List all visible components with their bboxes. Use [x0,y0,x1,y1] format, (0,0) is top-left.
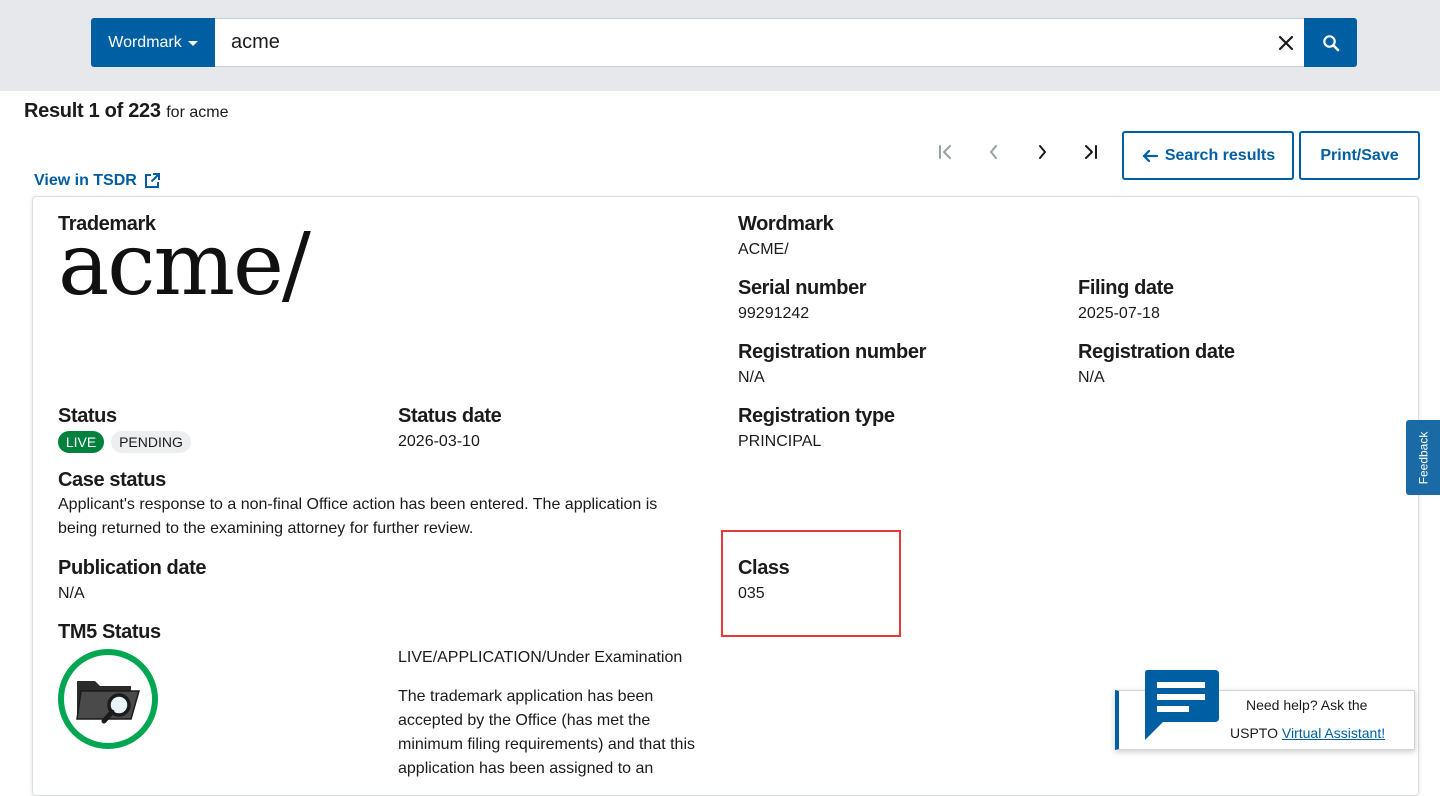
trademark-mark-image: acme/ [58,215,311,315]
last-page-icon [1085,145,1097,159]
registration-type-value: PRINCIPAL [738,433,822,450]
tm5-status-value: LIVE/APPLICATION/Under Examination [398,649,683,666]
tm5-description-line-4: application has been assigned to an [398,760,654,777]
search-results-button[interactable]: Search results [1122,131,1294,180]
tm5-description-line-3: minimum filing requirements) and that th… [398,736,696,753]
publication-date-value: N/A [58,585,85,602]
wordmark-value: ACME/ [738,241,789,258]
status-badge-live: LIVE [58,431,104,453]
result-count: Result 1 of 223 [24,100,161,122]
chat-icon[interactable] [1143,666,1219,742]
feedback-tab[interactable]: Feedback [1406,420,1440,495]
tsdr-link-label: View in TSDR [34,172,137,189]
assistant-prompt: Need help? Ask the [1246,697,1368,713]
class-value: 035 [738,585,765,602]
feedback-label: Feedback [1416,431,1431,484]
folder-search-icon [76,681,140,724]
search-input[interactable] [215,18,1268,67]
search-field-label: Wordmark [108,33,182,51]
next-result-button[interactable] [1028,138,1056,166]
arrow-left-icon [1142,149,1158,162]
filing-date-label: Filing date [1078,277,1174,299]
assistant-line-2: USPTO Virtual Assistant! [1230,725,1385,741]
registration-number-label: Registration number [738,341,926,363]
registration-type-label: Registration type [738,405,895,427]
tm5-status-label: TM5 Status [58,621,161,643]
publication-date-label: Publication date [58,557,207,579]
last-result-button[interactable] [1076,138,1104,166]
chevron-left-icon [990,145,997,159]
class-highlight-box [721,530,901,637]
status-date-label: Status date [398,405,502,427]
search-icon [1322,34,1339,51]
external-link-icon [144,173,160,188]
registration-date-value: N/A [1078,369,1105,386]
registration-number-value: N/A [738,369,765,386]
search-results-label: Search results [1164,146,1276,164]
tm5-description-line-1: The trademark application has been [398,688,654,705]
case-status-line-2: being returned to the examining attorney… [58,520,474,537]
class-label: Class [738,557,790,579]
first-page-icon [939,145,951,159]
search-field-dropdown[interactable]: Wordmark [91,18,215,67]
result-query: for acme [166,104,229,121]
previous-result-button[interactable] [980,138,1008,166]
search-bar-region: Wordmark [0,0,1440,91]
virtual-assistant-link[interactable]: Virtual Assistant! [1282,725,1385,741]
print-save-label: Print/Save [1320,146,1399,164]
assistant-prefix: USPTO [1230,725,1278,741]
status-date-value: 2026-03-10 [398,433,480,450]
case-status-line-1: Applicant's response to a non-final Offi… [58,496,658,513]
status-badge-pending: PENDING [111,431,191,453]
print-save-button[interactable]: Print/Save [1299,131,1420,180]
wordmark-label: Wordmark [738,213,834,235]
serial-number-label: Serial number [738,277,867,299]
search-box: Wordmark [91,18,1357,67]
case-status-label: Case status [58,469,166,491]
view-in-tsdr-link[interactable]: View in TSDR [34,172,161,190]
caret-down-icon [187,41,198,46]
first-result-button[interactable] [932,138,960,166]
search-button[interactable] [1304,18,1357,67]
close-icon [1278,35,1294,50]
registration-date-label: Registration date [1078,341,1235,363]
clear-search-button[interactable] [1268,18,1304,67]
tm5-status-badge [58,649,158,749]
status-label: Status [58,405,117,427]
tm5-description-line-2: accepted by the Office (has met the [398,712,651,729]
chevron-right-icon [1039,145,1046,159]
serial-number-value: 99291242 [738,305,810,322]
result-position: Result 1 of 223 for acme [24,100,228,123]
filing-date-value: 2025-07-18 [1078,305,1160,322]
